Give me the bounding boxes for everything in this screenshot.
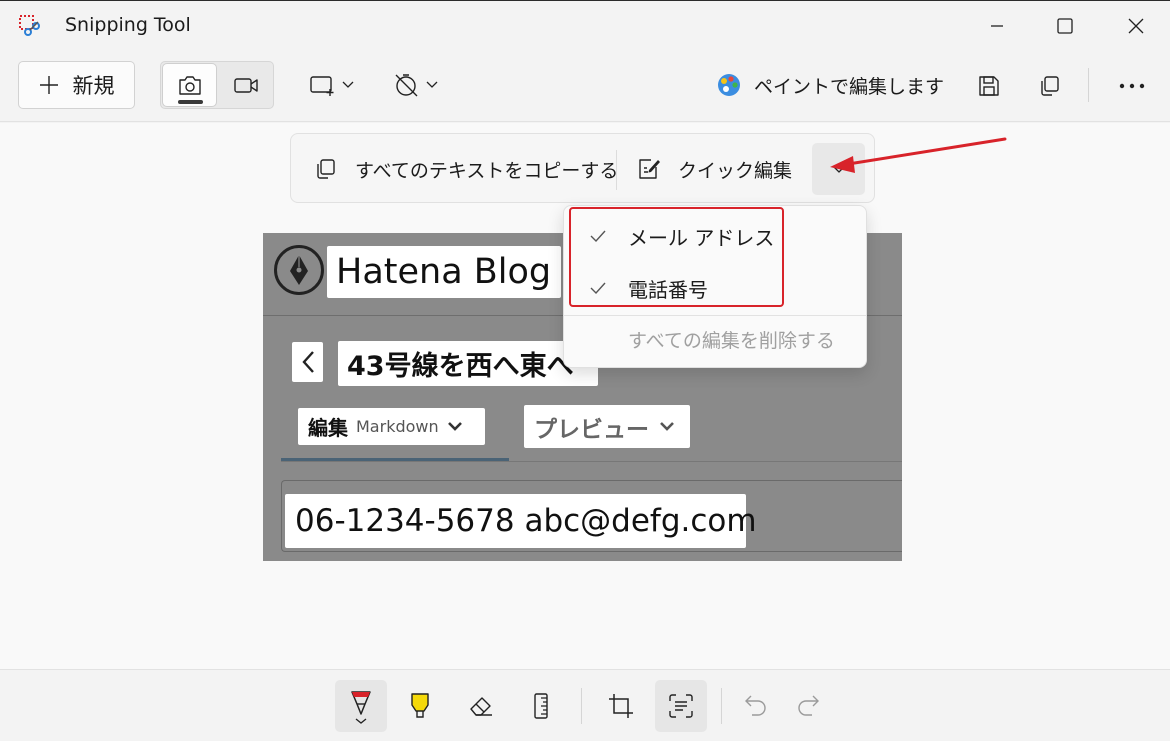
- new-snip-label: 新規: [72, 74, 115, 98]
- delete-all-edits-item[interactable]: すべての編集を削除する: [628, 326, 835, 353]
- quick-edit-options-button[interactable]: [812, 143, 865, 195]
- highlight-annotation-box: [569, 207, 784, 307]
- menu-divider: [563, 315, 867, 316]
- minimize-icon: [991, 25, 1003, 27]
- toolbar: 新規 ペイントで編集します: [0, 52, 1170, 122]
- snipping-tool-icon: [18, 14, 42, 38]
- edit-format-label: Markdown: [356, 417, 439, 436]
- copy-all-text-label: すべてのテキストをコピーする: [355, 159, 619, 182]
- markup-divider: [721, 688, 722, 724]
- minimize-button[interactable]: [974, 8, 1020, 44]
- edit-tab-label: 編集: [308, 416, 348, 440]
- more-options-button[interactable]: [1118, 72, 1146, 100]
- preview-tab-label: プレビュー: [534, 416, 649, 443]
- highlighter-icon: [411, 693, 429, 718]
- chevron-down-icon: [447, 421, 462, 431]
- close-icon: [1128, 18, 1144, 34]
- copy-button[interactable]: [1035, 72, 1063, 100]
- back-arrow-icon: [292, 342, 323, 382]
- tab-divider: [281, 461, 902, 462]
- preview-tab-text: プレビュー: [524, 405, 690, 448]
- chevron-down-icon: [660, 421, 674, 431]
- edit-in-paint-button[interactable]: ペイントで編集します: [716, 70, 944, 100]
- ballpoint-pen-icon: [351, 691, 371, 724]
- crop-button[interactable]: [595, 680, 647, 732]
- quick-redact-icon: [639, 159, 660, 179]
- new-snip-button[interactable]: 新規: [18, 61, 135, 109]
- snip-shape-dropdown[interactable]: [309, 70, 355, 100]
- maximize-icon: [1057, 18, 1073, 34]
- post-title-text: 43号線を西へ東へ: [338, 341, 598, 386]
- highlighter-button[interactable]: [394, 680, 446, 732]
- ruler-button[interactable]: [515, 680, 567, 732]
- contact-info-text: 06-1234-5678 abc@defg.com: [285, 494, 757, 548]
- pen-button[interactable]: [335, 680, 387, 732]
- video-mode-button[interactable]: [218, 63, 273, 107]
- selected-indicator: [178, 100, 203, 104]
- plus-icon: [39, 76, 58, 94]
- capture-mode-toggle: [160, 61, 274, 109]
- text-actions-divider: [616, 150, 617, 190]
- eraser-icon: [470, 697, 492, 716]
- close-button[interactable]: [1113, 8, 1159, 44]
- screenshot-mode-button[interactable]: [162, 63, 217, 107]
- eraser-button[interactable]: [455, 680, 507, 732]
- video-camera-icon: [233, 78, 258, 93]
- edit-tab-text: 編集 Markdown: [298, 408, 485, 445]
- markup-divider: [581, 688, 582, 724]
- blog-name-text: Hatena Blog: [327, 246, 561, 298]
- chevron-down-icon: [342, 81, 354, 88]
- copy-icon: [1041, 76, 1059, 96]
- window-title: Snipping Tool: [65, 14, 191, 36]
- toolbar-divider: [1088, 68, 1089, 102]
- save-button[interactable]: [975, 72, 1003, 100]
- edit-in-paint-label: ペイントで編集します: [754, 75, 945, 98]
- camera-icon: [178, 76, 201, 95]
- text-actions-button[interactable]: [655, 680, 707, 732]
- maximize-button[interactable]: [1042, 8, 1088, 44]
- delay-timer-dropdown[interactable]: [393, 70, 439, 100]
- quick-edit-button[interactable]: クイック編集: [636, 152, 792, 186]
- redo-icon: [798, 695, 819, 716]
- copy-all-text-button[interactable]: すべてのテキストをコピーする: [313, 152, 618, 186]
- chevron-down-icon: [426, 81, 438, 88]
- text-actions-icon: [669, 694, 693, 718]
- redo-button[interactable]: [782, 680, 834, 732]
- crop-icon: [609, 694, 633, 718]
- undo-icon: [745, 695, 766, 716]
- markup-toolbar: [0, 669, 1170, 741]
- pen-nib-icon: [274, 245, 324, 295]
- quick-edit-label: クイック編集: [678, 159, 793, 182]
- more-icon: [1119, 83, 1145, 89]
- copy-icon: [317, 159, 335, 179]
- rectangle-snip-icon: [310, 76, 334, 96]
- paint-palette-icon: [718, 74, 740, 96]
- timer-off-icon: [395, 74, 418, 97]
- ruler-icon: [534, 693, 548, 719]
- undo-button[interactable]: [730, 680, 782, 732]
- chevron-down-icon: [832, 165, 845, 173]
- save-icon: [979, 76, 999, 96]
